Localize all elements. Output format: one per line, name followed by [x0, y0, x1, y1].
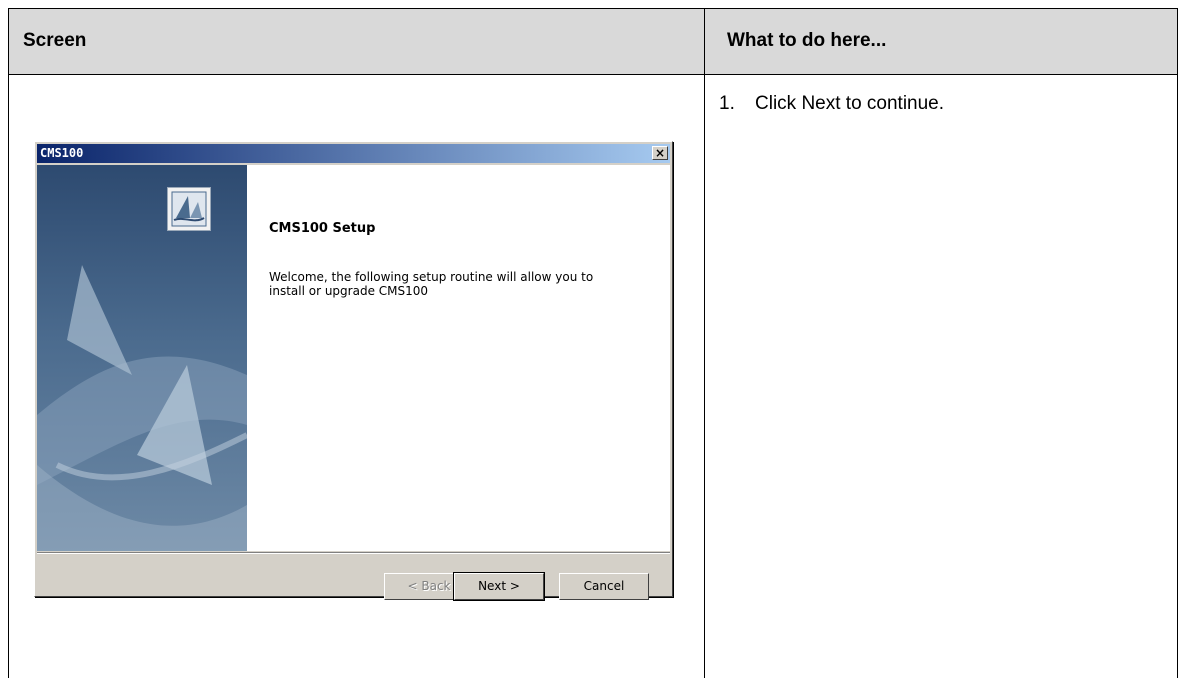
step-text: Click Next to continue.	[755, 93, 945, 114]
dialog-title: CMS100	[40, 146, 84, 160]
setup-heading: CMS100 Setup	[269, 221, 376, 236]
welcome-message: Welcome, the following setup routine wil…	[269, 270, 594, 298]
close-icon[interactable]: ×	[652, 146, 668, 160]
what-to-do-column-header: What to do here...	[727, 30, 887, 51]
setup-dialog-window: CMS100 × CMS100 Setup Welcome, the follo…	[34, 141, 673, 601]
setup-side-banner	[37, 165, 247, 551]
sail-graphic-icon	[37, 265, 247, 551]
step-number: 1.	[719, 93, 735, 114]
button-separator	[37, 552, 670, 554]
dialog-title-bar[interactable]: CMS100 ×	[37, 144, 670, 163]
setup-content-panel: CMS100 Setup Welcome, the following setu…	[247, 165, 670, 551]
instruction-step: 1. Click Next to continue.	[719, 93, 944, 115]
table-header-row: Screen What to do here...	[9, 9, 1177, 75]
installer-logo-icon	[167, 187, 211, 231]
column-divider	[704, 9, 705, 678]
cancel-button[interactable]: Cancel	[559, 573, 649, 600]
screen-column-header: Screen	[23, 30, 87, 51]
next-button[interactable]: Next >	[453, 572, 545, 601]
